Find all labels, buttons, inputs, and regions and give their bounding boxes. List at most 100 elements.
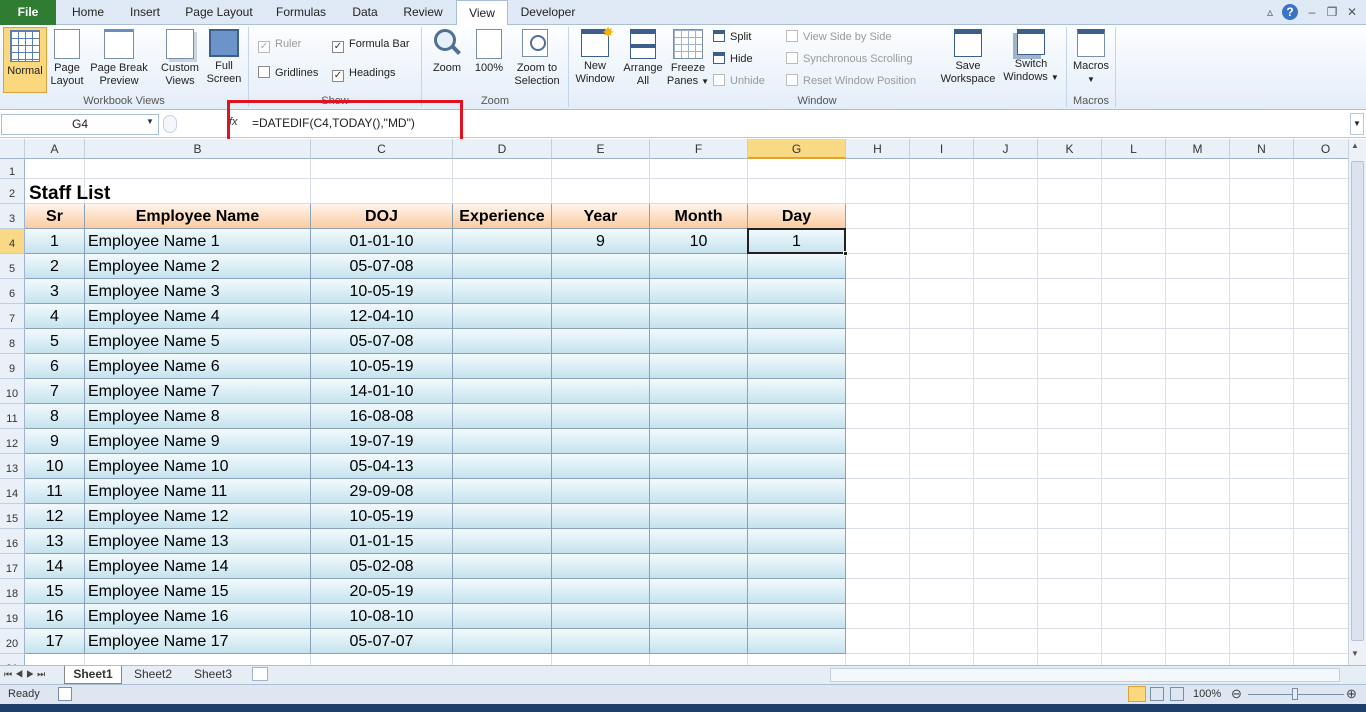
- grid-cell[interactable]: [1294, 204, 1348, 229]
- ruler-checkbox[interactable]: ✓ Ruler: [258, 35, 301, 53]
- grid-cell[interactable]: [85, 159, 311, 179]
- grid-cell[interactable]: [974, 229, 1038, 254]
- table-cell[interactable]: [650, 529, 748, 554]
- zoom-level[interactable]: 100%: [1193, 688, 1221, 700]
- grid-cell[interactable]: [1102, 354, 1166, 379]
- grid-cell[interactable]: [910, 329, 974, 354]
- grid-cell[interactable]: [25, 654, 85, 665]
- column-header-e[interactable]: E: [552, 139, 650, 159]
- grid-cell[interactable]: [974, 379, 1038, 404]
- table-cell[interactable]: [748, 329, 846, 354]
- table-cell[interactable]: [650, 279, 748, 304]
- table-cell[interactable]: [552, 279, 650, 304]
- grid-cell[interactable]: [974, 404, 1038, 429]
- macro-record-icon[interactable]: [58, 687, 72, 701]
- table-cell[interactable]: [453, 554, 552, 579]
- table-cell[interactable]: 29-09-08: [311, 479, 453, 504]
- vertical-scroll-thumb[interactable]: [1351, 161, 1364, 641]
- grid-cell[interactable]: [453, 179, 552, 204]
- table-cell[interactable]: Employee Name 17: [85, 629, 311, 654]
- save-workspace-button[interactable]: Save Workspace: [936, 29, 1000, 86]
- table-cell[interactable]: 16-08-08: [311, 404, 453, 429]
- grid-cell[interactable]: [1294, 429, 1348, 454]
- row-header[interactable]: 14: [0, 479, 25, 504]
- grid-cell[interactable]: [910, 159, 974, 179]
- grid-cell[interactable]: [1230, 204, 1294, 229]
- grid-cell[interactable]: [1038, 629, 1102, 654]
- grid-cell[interactable]: [1038, 654, 1102, 665]
- grid-cell[interactable]: [846, 479, 910, 504]
- grid-cell[interactable]: [846, 329, 910, 354]
- sheet-tab-sheet2[interactable]: Sheet2: [124, 666, 182, 684]
- grid-cell[interactable]: [1294, 529, 1348, 554]
- grid-cell[interactable]: [1038, 229, 1102, 254]
- new-window-button[interactable]: ✸ New Window: [572, 25, 618, 86]
- row-header[interactable]: 4: [0, 229, 25, 254]
- grid-cell[interactable]: [1230, 654, 1294, 665]
- grid-cell[interactable]: [1166, 654, 1230, 665]
- grid-cell[interactable]: [1166, 329, 1230, 354]
- grid-cell[interactable]: [1166, 554, 1230, 579]
- table-cell[interactable]: [552, 504, 650, 529]
- macros-button[interactable]: Macros ▼: [1070, 29, 1112, 86]
- table-cell[interactable]: [552, 379, 650, 404]
- grid-cell[interactable]: [974, 604, 1038, 629]
- table-cell[interactable]: [650, 304, 748, 329]
- grid-cell[interactable]: [85, 179, 311, 204]
- grid-cell[interactable]: [748, 654, 846, 665]
- grid-cell[interactable]: [974, 429, 1038, 454]
- grid-cell[interactable]: [1230, 429, 1294, 454]
- table-cell[interactable]: 5: [25, 329, 85, 354]
- table-cell[interactable]: [748, 254, 846, 279]
- expand-formula-bar-icon[interactable]: ▼: [1350, 113, 1364, 135]
- table-cell[interactable]: Employee Name 4: [85, 304, 311, 329]
- table-cell[interactable]: 10: [650, 229, 748, 254]
- grid-cell[interactable]: [1166, 379, 1230, 404]
- grid-cell[interactable]: [1294, 579, 1348, 604]
- table-cell[interactable]: [453, 479, 552, 504]
- grid-cell[interactable]: [1166, 204, 1230, 229]
- table-cell[interactable]: 7: [25, 379, 85, 404]
- row-header[interactable]: 2: [0, 179, 25, 204]
- table-cell[interactable]: Employee Name 11: [85, 479, 311, 504]
- table-cell[interactable]: [453, 429, 552, 454]
- table-cell[interactable]: 10-08-10: [311, 604, 453, 629]
- grid-cell[interactable]: [846, 304, 910, 329]
- grid-cell[interactable]: [1038, 579, 1102, 604]
- sheet-tab-sheet1[interactable]: Sheet1: [64, 666, 122, 684]
- grid-cell[interactable]: [1102, 504, 1166, 529]
- grid-cell[interactable]: [1166, 279, 1230, 304]
- table-cell[interactable]: 20-05-19: [311, 579, 453, 604]
- table-cell[interactable]: [453, 454, 552, 479]
- column-header-l[interactable]: L: [1102, 139, 1166, 159]
- grid-cell[interactable]: [846, 529, 910, 554]
- grid-cell[interactable]: [974, 529, 1038, 554]
- table-cell[interactable]: 15: [25, 579, 85, 604]
- grid-cell[interactable]: [1230, 579, 1294, 604]
- table-cell[interactable]: [552, 404, 650, 429]
- grid-cell[interactable]: [910, 429, 974, 454]
- table-cell[interactable]: 19-07-19: [311, 429, 453, 454]
- table-cell[interactable]: Employee Name 12: [85, 504, 311, 529]
- grid-cell[interactable]: [1166, 159, 1230, 179]
- table-cell[interactable]: [453, 354, 552, 379]
- tab-page-layout[interactable]: Page Layout: [176, 0, 262, 25]
- table-cell[interactable]: 01-01-15: [311, 529, 453, 554]
- grid-cell[interactable]: [1230, 279, 1294, 304]
- table-cell[interactable]: [453, 604, 552, 629]
- grid-cell[interactable]: [846, 204, 910, 229]
- grid-cell[interactable]: [650, 654, 748, 665]
- grid-cell[interactable]: [1038, 279, 1102, 304]
- grid-cell[interactable]: [1166, 404, 1230, 429]
- row-header[interactable]: 8: [0, 329, 25, 354]
- table-cell[interactable]: 05-02-08: [311, 554, 453, 579]
- grid-cell[interactable]: [1038, 329, 1102, 354]
- grid-cell[interactable]: [1294, 304, 1348, 329]
- table-cell[interactable]: Employee Name 8: [85, 404, 311, 429]
- row-header[interactable]: 21: [0, 654, 25, 665]
- grid-cell[interactable]: [1230, 604, 1294, 629]
- row-header[interactable]: 11: [0, 404, 25, 429]
- grid-cell[interactable]: [1166, 354, 1230, 379]
- table-cell[interactable]: 10-05-19: [311, 504, 453, 529]
- column-header-i[interactable]: I: [910, 139, 974, 159]
